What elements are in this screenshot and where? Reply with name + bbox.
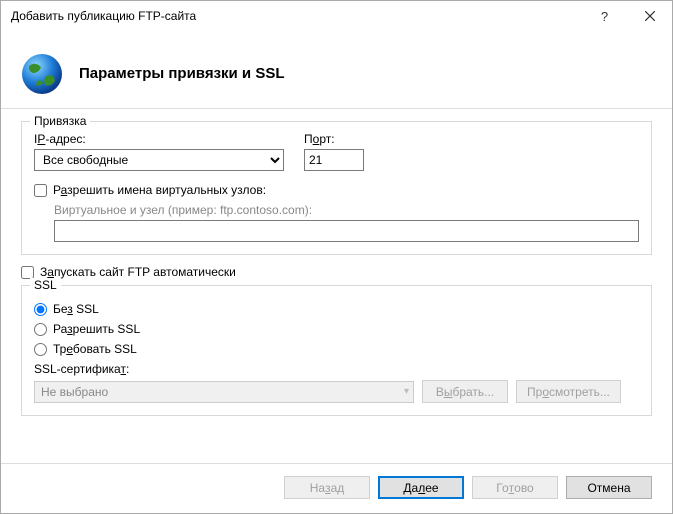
- autostart-checkbox[interactable]: [21, 266, 34, 279]
- content-area: Привязка IP-адрес: Все свободные Порт: Р…: [1, 109, 672, 463]
- ssl-allow-radio[interactable]: [34, 323, 47, 336]
- back-button: Назад: [284, 476, 370, 499]
- window-title: Добавить публикацию FTP-сайта: [11, 9, 582, 23]
- vhost-field-label: Виртуальное и узел (пример: ftp.contoso.…: [54, 203, 639, 217]
- cert-label: SSL-сертификат:: [34, 362, 639, 376]
- close-icon: [645, 11, 655, 21]
- ssl-none-label: Без SSL: [53, 302, 99, 316]
- ssl-none-radio[interactable]: [34, 303, 47, 316]
- ssl-require-label: Требовать SSL: [53, 342, 137, 356]
- finish-button: Готово: [472, 476, 558, 499]
- port-input[interactable]: [304, 149, 364, 171]
- vhost-checkbox-label: Разрешить имена виртуальных узлов:: [53, 183, 266, 197]
- port-label: Порт:: [304, 132, 364, 146]
- binding-group: Привязка IP-адрес: Все свободные Порт: Р…: [21, 121, 652, 255]
- ssl-group: SSL Без SSL Разрешить SSL Требовать SSL …: [21, 285, 652, 416]
- titlebar: Добавить публикацию FTP-сайта ?: [1, 1, 672, 31]
- help-button[interactable]: ?: [582, 1, 627, 31]
- chevron-down-icon: ▾: [404, 386, 409, 397]
- binding-group-title: Привязка: [30, 114, 90, 128]
- wizard-footer: Назад Далее Готово Отмена: [1, 463, 672, 513]
- cancel-button[interactable]: Отмена: [566, 476, 652, 499]
- page-title: Параметры привязки и SSL: [79, 65, 285, 82]
- cert-select: Не выбрано ▾: [34, 381, 414, 403]
- vhost-input: [54, 220, 639, 242]
- ssl-allow-label: Разрешить SSL: [53, 322, 140, 336]
- cert-select-value: Не выбрано: [41, 385, 108, 399]
- ip-address-select[interactable]: Все свободные: [34, 149, 284, 171]
- wizard-header: Параметры привязки и SSL: [1, 31, 672, 109]
- next-button[interactable]: Далее: [378, 476, 464, 499]
- cert-view-button: Просмотреть...: [516, 380, 621, 403]
- globe-icon: [19, 51, 65, 97]
- ip-label: IP-адрес:: [34, 132, 284, 146]
- cert-select-button: Выбрать...: [422, 380, 508, 403]
- close-button[interactable]: [627, 1, 672, 31]
- ssl-group-title: SSL: [30, 278, 61, 292]
- ssl-require-radio[interactable]: [34, 343, 47, 356]
- vhost-checkbox[interactable]: [34, 184, 47, 197]
- autostart-label: Запускать сайт FTP автоматически: [40, 265, 236, 279]
